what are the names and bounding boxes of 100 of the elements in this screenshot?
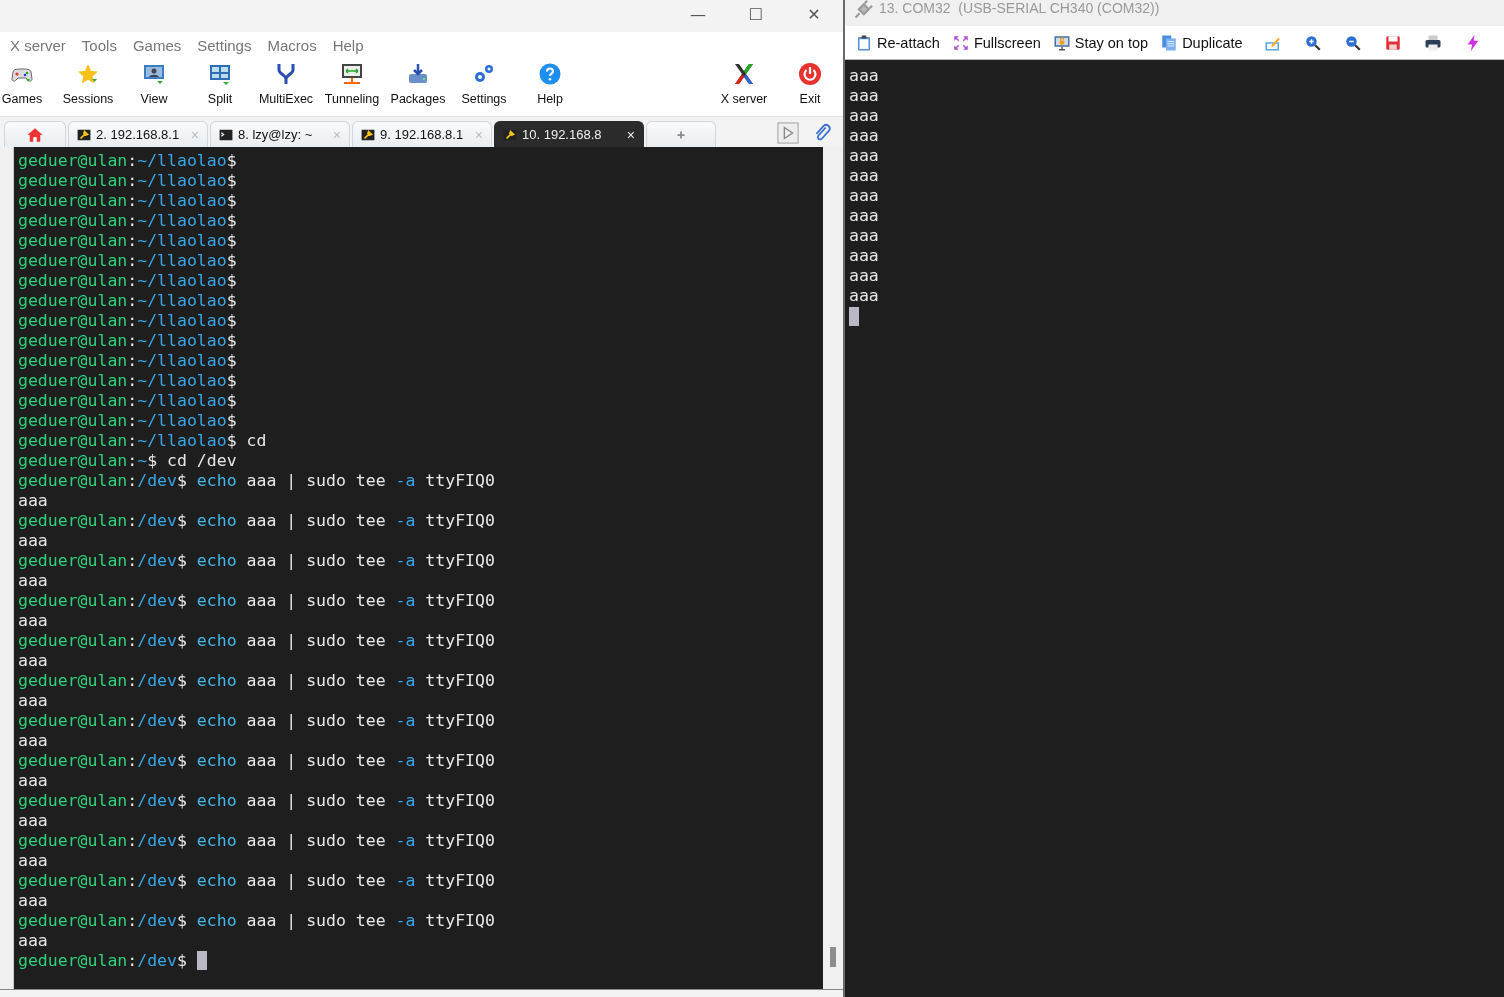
toolbar-button[interactable]: Games: [0, 58, 44, 116]
toolbar-button[interactable]: Settings: [451, 58, 517, 116]
terminal-line: aaa: [849, 146, 879, 166]
terminal-line: geduer@ulan:~/llaolao$: [18, 291, 237, 311]
monitor-icon: [142, 62, 166, 86]
clipboard-icon: [855, 33, 873, 52]
toolbar-button[interactable]: Fullscreen: [949, 29, 1045, 56]
terminal-line: geduer@ulan:~/llaolao$: [18, 311, 237, 331]
terminal-line: aaa: [849, 206, 879, 226]
terminal-line: aaa: [18, 571, 48, 591]
terminal-line: aaa: [18, 691, 48, 711]
terminal-line: geduer@ulan:/dev$ echo aaa | sudo tee -a ttyFIQ0: [18, 471, 495, 491]
terminal-line: geduer@ulan:/dev$ echo aaa | sudo tee -a ttyFIQ0: [18, 911, 495, 931]
menu-item[interactable]: Settings: [189, 36, 260, 54]
toolbar-button[interactable]: Sessions: [55, 58, 121, 116]
terminal-line: aaa: [849, 66, 879, 86]
download-box-icon: [406, 62, 430, 86]
expand-arrows-icon: [951, 33, 970, 52]
terminal-line: aaa: [849, 106, 879, 126]
close-button[interactable]: ✕: [785, 0, 843, 28]
wrench-icon: [361, 127, 375, 142]
terminal-line: geduer@ulan:~/llaolao$: [18, 151, 237, 171]
toolbar-button[interactable]: Re-attach: [853, 29, 944, 56]
session-tab[interactable]: 8. lzy@lzy: ~ ×: [210, 121, 350, 147]
terminal-line: aaa: [18, 811, 48, 831]
printer-icon[interactable]: [1423, 33, 1442, 52]
terminal-line: aaa: [18, 651, 48, 671]
minimize-button[interactable]: —: [669, 0, 727, 28]
toolbar-button[interactable]: Stay on top: [1050, 29, 1153, 56]
tab-label: 9. 192.168.8.1: [380, 127, 464, 142]
session-tab[interactable]: 2. 192.168.8.1 ×: [68, 121, 208, 147]
zoom-out-icon[interactable]: [1343, 33, 1362, 52]
plug-icon: [853, 0, 873, 20]
toolbar-button[interactable]: Tunneling: [319, 58, 385, 116]
toolbar-button[interactable]: Duplicate: [1158, 29, 1247, 56]
terminal-line: geduer@ulan:~/llaolao$: [18, 371, 237, 391]
terminal-line: aaa: [18, 931, 48, 951]
documents-icon: [1160, 33, 1179, 52]
terminal-line: geduer@ulan:/dev$: [18, 951, 188, 971]
terminal-line: geduer@ulan:/dev$ echo aaa | sudo tee -a ttyFIQ0: [18, 671, 495, 691]
split-screen-icon: [208, 62, 232, 86]
session-tab[interactable]: 9. 192.168.8.1 ×: [352, 121, 492, 147]
session-tab[interactable]: 10. 192.168.8 ×: [494, 121, 644, 147]
toolbar-button[interactable]: Exit: [777, 58, 843, 116]
maximize-button[interactable]: ☐: [727, 0, 785, 28]
wrench-icon: [503, 127, 517, 142]
terminal-line: geduer@ulan:/dev$ echo aaa | sudo tee -a ttyFIQ0: [18, 871, 495, 891]
toolbar-button[interactable]: View: [121, 58, 187, 116]
tab-label: 8. lzy@lzy: ~: [238, 127, 313, 142]
toolbar-button[interactable]: MultiExec: [253, 58, 319, 116]
monitor-lock-icon: [1052, 33, 1071, 52]
scrollbar-thumb[interactable]: [830, 947, 836, 967]
terminal-line: aaa: [849, 226, 879, 246]
terminal-line: aaa: [849, 266, 879, 286]
terminal-line: geduer@ulan:/dev$ echo aaa | sudo tee -a ttyFIQ0: [18, 511, 495, 531]
terminal-line: geduer@ulan:~/llaolao$: [18, 331, 237, 351]
terminal-line: aaa: [849, 86, 879, 106]
menu-item[interactable]: Tools: [73, 36, 125, 54]
terminal-line: aaa: [18, 851, 48, 871]
zoom-in-icon[interactable]: [1303, 33, 1322, 52]
menu-item[interactable]: Macros: [259, 36, 325, 54]
terminal-line: aaa: [849, 126, 879, 146]
terminal-line: geduer@ulan:~/llaolao$: [18, 171, 237, 191]
toolbar-button[interactable]: X server: [711, 58, 777, 116]
terminal-line: geduer@ulan:/dev$ echo aaa | sudo tee -a ttyFIQ0: [18, 831, 495, 851]
terminal-line: aaa: [18, 891, 48, 911]
star-icon: [76, 62, 100, 86]
network-monitor-icon: [340, 62, 364, 86]
toolbar-button[interactable]: Packages: [385, 58, 451, 116]
tab-label: 2. 192.168.8.1: [96, 127, 180, 142]
terminal-line: geduer@ulan:/dev$ echo aaa | sudo tee -a ttyFIQ0: [18, 791, 495, 811]
window-title: 13. COM32 (USB-SERIAL CH340 (COM32)): [879, 0, 1160, 16]
menu-item[interactable]: Help: [324, 36, 372, 54]
play-icon[interactable]: [777, 122, 799, 144]
terminal-line: geduer@ulan:/dev$ echo aaa | sudo tee -a ttyFIQ0: [18, 551, 495, 571]
x-logo-icon: [732, 62, 756, 86]
menu-item[interactable]: X server: [2, 36, 74, 54]
help-icon: [538, 62, 562, 86]
terminal-line: geduer@ulan:~/llaolao$: [18, 231, 237, 251]
terminal-line: aaa: [18, 531, 48, 551]
close-tab-button[interactable]: ×: [626, 126, 635, 143]
terminal-line: aaa: [18, 731, 48, 751]
menu-item[interactable]: Games: [124, 36, 190, 54]
terminal-line: geduer@ulan:/dev$ echo aaa | sudo tee -a ttyFIQ0: [18, 751, 495, 771]
terminal-line: geduer@ulan:~/llaolao$: [18, 211, 237, 231]
terminal-line: geduer@ulan:~/llaolao$: [18, 411, 237, 431]
toolbar-button[interactable]: Split: [187, 58, 253, 116]
toolbar-button[interactable]: Help: [517, 58, 583, 116]
terminal-line: geduer@ulan:~/llaolao$: [18, 251, 237, 271]
terminal-line: aaa: [18, 611, 48, 631]
terminal-line: geduer@ulan:~$ cd /dev: [18, 451, 237, 471]
terminal-line: geduer@ulan:/dev$ echo aaa | sudo tee -a ttyFIQ0: [18, 591, 495, 611]
terminal-icon: [219, 127, 233, 142]
terminal-line: geduer@ulan:~/llaolao$: [18, 271, 237, 291]
terminal-line: aaa: [849, 166, 879, 186]
home-tab[interactable]: [4, 121, 66, 147]
terminal-line: aaa: [849, 246, 879, 266]
tab-label: 10. 192.168.8: [522, 127, 602, 142]
terminal-line: geduer@ulan:~/llaolao$: [18, 191, 237, 211]
terminal-line: aaa: [849, 286, 879, 306]
